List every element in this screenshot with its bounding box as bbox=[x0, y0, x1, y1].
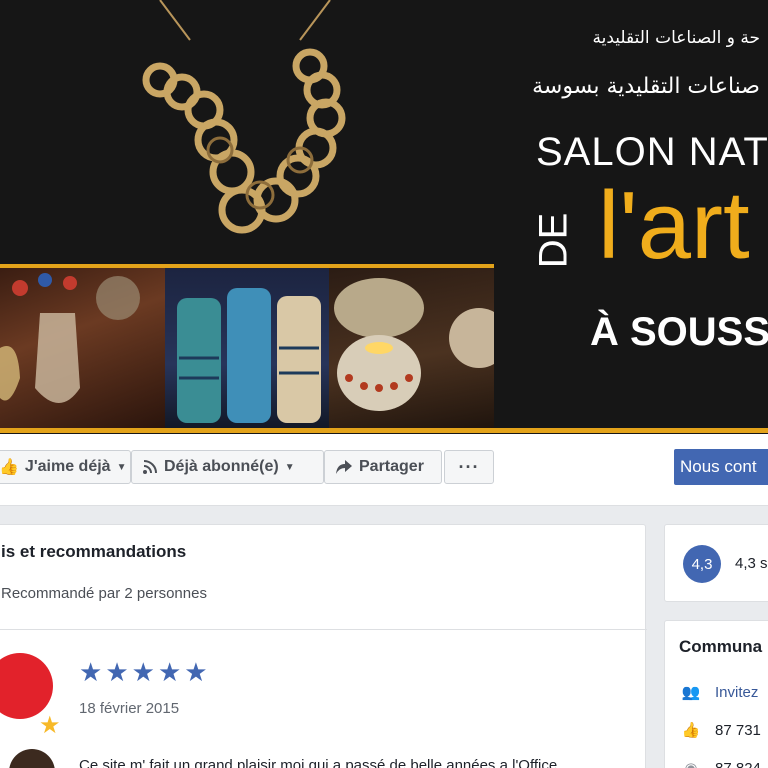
chevron-down-icon: ▼ bbox=[284, 461, 295, 473]
followers-count: 87 824 bbox=[715, 759, 761, 768]
cover-accent-line bbox=[0, 428, 768, 433]
page-action-bar: 👍 J'aime déjà ▼ Déjà abonné(e) ▼ Partage… bbox=[0, 434, 768, 506]
rating-card: 4,3 4,3 s bbox=[664, 524, 768, 602]
sousse-title: À SOUSS bbox=[590, 310, 768, 354]
invite-friends-row[interactable]: 👥 Invitez bbox=[681, 683, 759, 702]
thumbs-up-icon: 👍 bbox=[0, 459, 19, 476]
more-dots-icon: ··· bbox=[458, 456, 480, 477]
share-button[interactable]: Partager bbox=[324, 450, 442, 484]
reviews-card: is et recommandations Recommandé par 2 p… bbox=[0, 524, 647, 768]
star-icon: ★ bbox=[131, 657, 155, 687]
de-vertical-text: DE bbox=[531, 212, 576, 269]
likes-count-row: 👍 87 731 bbox=[681, 721, 761, 740]
commenter-avatar[interactable] bbox=[9, 749, 55, 768]
contact-us-button[interactable]: Nous cont bbox=[674, 449, 768, 485]
reviews-title: is et recommandations bbox=[1, 542, 187, 561]
art-title: l'art bbox=[598, 172, 750, 279]
recommendation-summary[interactable]: Recommandé par 2 personnes bbox=[1, 585, 207, 602]
review-stars: ★ ★ ★ ★ ★ bbox=[79, 659, 208, 685]
rating-badge: 4,3 bbox=[683, 545, 721, 583]
follow-button-label: Déjà abonné(e) bbox=[164, 458, 279, 475]
candle-pottery-photo bbox=[329, 268, 494, 429]
star-icon: ★ bbox=[105, 657, 129, 687]
star-badge-icon: ★ bbox=[39, 712, 61, 739]
chevron-down-icon: ▼ bbox=[116, 461, 127, 473]
arabic-title-line-2: صناعات التقليدية بسوسة bbox=[532, 74, 760, 99]
salon-title: SALON NAT bbox=[536, 130, 768, 174]
review-text: Ce site m' fait un grand plaisir moi qui… bbox=[79, 757, 558, 768]
people-icon: 👥 bbox=[681, 684, 701, 701]
rating-text: 4,3 s bbox=[735, 555, 768, 572]
community-title: Communa bbox=[679, 637, 763, 656]
rss-icon: ◉ bbox=[681, 759, 701, 768]
star-icon: ★ bbox=[79, 657, 103, 687]
review-date[interactable]: 18 février 2015 bbox=[79, 700, 179, 717]
necklace-image bbox=[142, 0, 346, 234]
share-button-label: Partager bbox=[359, 458, 424, 475]
follow-button[interactable]: Déjà abonné(e) ▼ bbox=[131, 450, 324, 484]
followers-count-row: ◉ 87 824 bbox=[681, 759, 761, 768]
cover-banner[interactable]: حة و الصناعات التقليدية صناعات التقليدية… bbox=[0, 0, 768, 434]
star-icon: ★ bbox=[157, 657, 182, 687]
divider bbox=[0, 629, 647, 630]
rss-icon bbox=[143, 460, 157, 474]
community-card: Communa 👥 Invitez 👍 87 731 ◉ 87 824 bbox=[664, 620, 768, 768]
invite-link[interactable]: Invitez bbox=[715, 684, 758, 701]
star-icon: ★ bbox=[184, 657, 208, 687]
likes-count: 87 731 bbox=[715, 721, 761, 739]
hamsa-jewelry-photo bbox=[0, 268, 165, 429]
ceramic-vases-photo bbox=[165, 268, 329, 429]
facebook-page: حة و الصناعات التقليدية صناعات التقليدية… bbox=[0, 0, 768, 768]
like-button[interactable]: 👍 J'aime déjà ▼ bbox=[0, 450, 131, 484]
reviewer-avatar[interactable] bbox=[0, 653, 53, 719]
arabic-title-line-1: حة و الصناعات التقليدية bbox=[592, 28, 761, 48]
thumbs-up-icon: 👍 bbox=[681, 722, 701, 739]
share-arrow-icon bbox=[336, 460, 352, 474]
recommend-text: Recommandé par 2 personnes bbox=[1, 585, 207, 602]
craft-photo-strip bbox=[0, 264, 494, 429]
like-button-label: J'aime déjà bbox=[24, 458, 111, 475]
more-options-button[interactable]: ··· bbox=[444, 450, 494, 484]
